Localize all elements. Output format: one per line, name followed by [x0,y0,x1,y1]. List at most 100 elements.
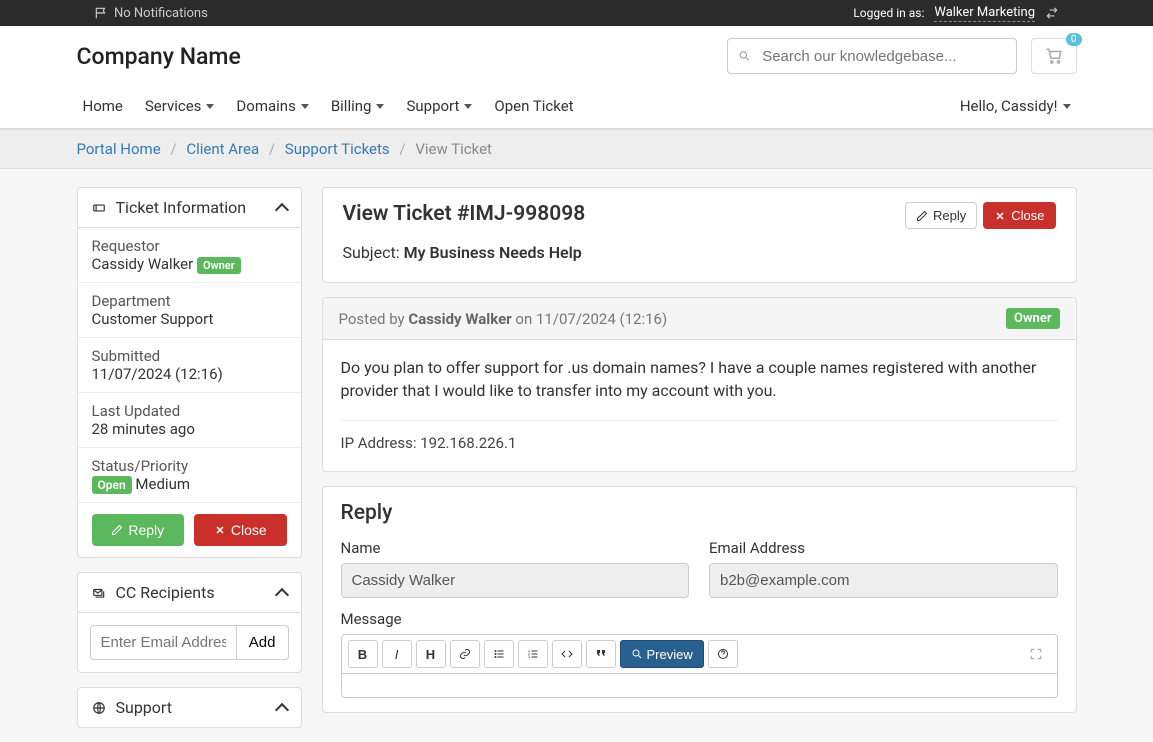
support-title: Support [116,698,172,717]
header: Company Name 0 Home Services Domains Bil… [0,26,1153,129]
updated-label: Last Updated [92,402,287,420]
post-meta: Posted by Cassidy Walker on 11/07/2024 (… [339,310,668,328]
chevron-down-icon [206,104,214,109]
nav-domains-label: Domains [236,97,295,115]
logged-in-user[interactable]: Walker Marketing [934,5,1035,22]
nav-support-label: Support [406,97,459,115]
search-input[interactable] [762,48,1005,65]
ticket-close-label: Close [1011,208,1044,223]
topbar: No Notifications Logged in as: Walker Ma… [0,0,1153,26]
editor-textarea[interactable] [341,674,1058,698]
cart-button[interactable]: 0 [1031,38,1077,74]
requestor-value: Cassidy Walker [92,255,194,273]
status-row: Status/Priority Open Medium [78,448,301,503]
updated-value: 28 minutes ago [92,420,287,438]
ticket-close-button[interactable]: Close [983,202,1055,229]
cc-add-button[interactable]: Add [237,625,289,660]
submitted-value: 11/07/2024 (12:16) [92,365,287,383]
link-icon [459,648,471,660]
post-owner-badge: Owner [1006,308,1060,329]
subject-label: Subject: [343,243,404,262]
nav-domains[interactable]: Domains [230,87,314,125]
crumb-sep: / [170,140,176,158]
chevron-up-icon [274,587,288,601]
crumb-sep: / [269,140,275,158]
list-ul-icon [493,648,505,660]
editor-ol-button[interactable]: 123 [518,640,548,668]
sidebar-close-button[interactable]: Close [194,514,287,546]
quote-icon [595,648,607,660]
cc-recipients-panel: CC Recipients Add [77,572,302,673]
crumb-client-area[interactable]: Client Area [186,140,259,158]
ticket-reply-label: Reply [933,208,966,223]
nav-support[interactable]: Support [400,87,478,125]
ticket-reply-button[interactable]: Reply [905,202,977,229]
submitted-label: Submitted [92,347,287,365]
nav-home-label: Home [83,97,123,115]
chevron-up-icon [274,202,288,216]
cart-icon [1045,47,1063,65]
editor-fullscreen-button[interactable] [1021,640,1051,668]
department-value: Customer Support [92,310,287,328]
posted-by-prefix: Posted by [339,310,409,328]
ticket-icon [92,201,106,215]
subject-value: My Business Needs Help [404,243,582,262]
editor-link-button[interactable] [450,640,480,668]
nav-user-greeting[interactable]: Hello, Cassidy! [954,87,1077,125]
preview-label: Preview [647,647,693,662]
editor-ul-button[interactable] [484,640,514,668]
chevron-down-icon [464,104,472,109]
sidebar-reply-label: Reply [128,522,164,538]
requestor-label: Requestor [92,237,287,255]
nav-services[interactable]: Services [139,87,221,125]
editor-italic-button[interactable]: I [382,640,412,668]
crumb-portal-home[interactable]: Portal Home [77,140,161,158]
editor-quote-button[interactable] [586,640,616,668]
cc-recipients-head[interactable]: CC Recipients [78,573,301,613]
status-badge: Open [92,476,132,494]
search-box[interactable] [727,38,1017,74]
switch-user-icon[interactable] [1045,6,1059,20]
sidebar-reply-button[interactable]: Reply [92,514,185,546]
close-icon [214,524,226,536]
updated-row: Last Updated 28 minutes ago [78,393,301,448]
nav-billing-label: Billing [331,97,372,115]
ticket-info-title: Ticket Information [116,198,247,217]
ticket-post-panel: Posted by Cassidy Walker on 11/07/2024 (… [322,297,1077,472]
editor-bold-button[interactable]: B [348,640,378,668]
crumb-support-tickets[interactable]: Support Tickets [285,140,390,158]
editor-preview-button[interactable]: Preview [620,640,704,668]
editor-help-button[interactable] [708,640,738,668]
reply-message-label: Message [341,610,1058,628]
main-nav: Home Services Domains Billing Support Op… [77,84,1077,128]
notifications-text[interactable]: No Notifications [114,6,208,21]
pencil-icon [111,524,123,536]
support-head[interactable]: Support [78,688,301,727]
posted-on: on 11/07/2024 (12:16) [512,310,668,328]
sidebar-close-label: Close [231,522,267,538]
greeting-label: Hello, Cassidy! [960,97,1058,115]
post-body-text: Do you plan to offer support for .us dom… [341,356,1058,402]
cc-email-input[interactable] [90,625,237,660]
nav-billing[interactable]: Billing [325,87,391,125]
ticket-header-panel: View Ticket #IMJ-998098 Reply Close Subj… [322,187,1077,283]
nav-home[interactable]: Home [77,87,129,125]
brand-name[interactable]: Company Name [77,43,241,70]
flag-icon [94,6,108,20]
ip-value: 192.168.226.1 [420,434,516,452]
department-row: Department Customer Support [78,283,301,338]
ticket-info-head[interactable]: Ticket Information [78,188,301,228]
svg-text:3: 3 [528,655,530,659]
crumb-sep: / [399,140,405,158]
ip-label: IP Address: [341,434,421,452]
help-icon [717,648,729,660]
ticket-title: View Ticket #IMJ-998098 [343,202,586,226]
reply-panel: Reply Name Email Address Message B I H [322,486,1077,713]
breadcrumb: Portal Home / Client Area / Support Tick… [77,130,1077,168]
editor-code-button[interactable] [552,640,582,668]
editor-heading-button[interactable]: H [416,640,446,668]
search-icon [631,648,643,660]
nav-open-ticket[interactable]: Open Ticket [488,87,579,125]
reply-email-input [709,563,1058,598]
support-panel: Support [77,687,302,728]
